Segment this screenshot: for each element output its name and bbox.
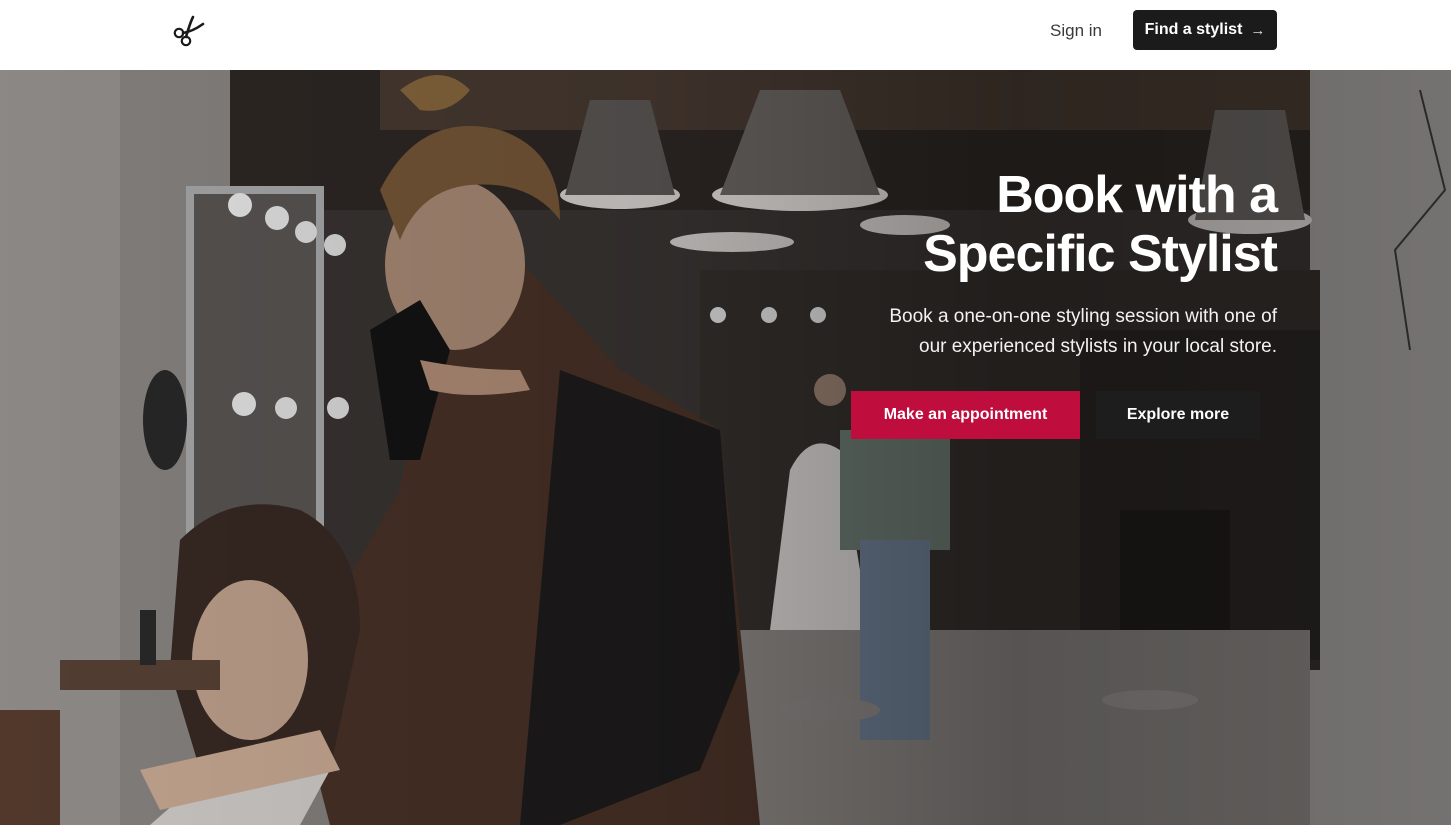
hero-subtitle-line-1: Book a one-on-one styling session with o… bbox=[889, 306, 1277, 327]
hero-subtitle: Book a one-on-one styling session with o… bbox=[757, 302, 1277, 362]
find-a-stylist-label: Find a stylist bbox=[1144, 21, 1243, 38]
hero-title-line-2: Specific Stylist bbox=[923, 225, 1278, 283]
explore-more-button[interactable]: Explore more bbox=[1096, 391, 1260, 439]
sign-in-link[interactable]: Sign in bbox=[1050, 19, 1102, 43]
hero-actions: Make an appointment Explore more bbox=[851, 391, 1260, 439]
hero-text: Book with a Specific Stylist Book a one-… bbox=[757, 166, 1278, 362]
scissors-icon[interactable] bbox=[171, 14, 207, 48]
find-a-stylist-button[interactable]: Find a stylist → bbox=[1133, 10, 1277, 50]
make-appointment-button[interactable]: Make an appointment bbox=[851, 391, 1080, 439]
hero-subtitle-line-2: our experienced stylists in your local s… bbox=[919, 336, 1277, 357]
hero-title: Book with a Specific Stylist bbox=[757, 166, 1278, 284]
top-navigation-bar: Sign in Find a stylist → bbox=[0, 0, 1451, 70]
hero-title-line-1: Book with a bbox=[996, 166, 1278, 224]
arrow-right-icon: → bbox=[1250, 21, 1266, 39]
hero-section: Book with a Specific Stylist Book a one-… bbox=[0, 70, 1451, 825]
